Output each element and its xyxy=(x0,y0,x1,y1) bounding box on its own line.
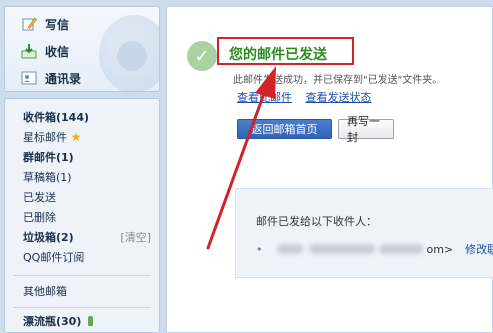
recipient-row: • om> 修改联系 xyxy=(256,241,493,257)
check-icon: ✓ xyxy=(187,41,217,71)
folder-sent[interactable]: 已发送 xyxy=(23,189,56,205)
blurred-recipient xyxy=(308,244,375,254)
recipients-panel: 邮件已发给以下收件人： • om> 修改联系 xyxy=(235,188,493,278)
folder-subscriptions[interactable]: QQ邮件订阅 xyxy=(23,249,84,265)
folder-spam[interactable]: 垃圾箱(2) xyxy=(23,229,74,245)
contacts-button[interactable]: 通讯录 xyxy=(21,67,81,89)
edit-contact-link[interactable]: 修改联系 xyxy=(465,241,493,257)
recipients-label: 邮件已发给以下收件人： xyxy=(256,215,377,228)
folder-deleted[interactable]: 已删除 xyxy=(23,209,56,225)
receive-mail-button[interactable]: 收信 xyxy=(21,40,69,62)
folder-starred[interactable]: 星标邮件 ★ xyxy=(23,129,81,145)
blurred-recipient xyxy=(378,244,423,254)
write-mail-button[interactable]: 写信 xyxy=(21,13,69,35)
contacts-card-icon xyxy=(21,70,37,86)
compose-panel: 写信 收信 通讯录 xyxy=(4,6,160,92)
penguin-watermark-icon xyxy=(99,15,159,91)
inbox-download-icon xyxy=(21,43,37,59)
result-links: 查看此邮件 查看发送状态 xyxy=(237,89,382,105)
main-content: ✓ 您的邮件已发送 此邮件发送成功，并已保存到"已发送"文件夹。 查看此邮件 查… xyxy=(166,6,493,333)
clear-spam-link[interactable]: [清空] xyxy=(120,229,151,245)
sidebar: 写信 收信 通讯录 收件箱(144) 星标邮件 ★ 群邮件(1) 草稿箱(1) … xyxy=(4,6,160,333)
folder-list: 收件箱(144) 星标邮件 ★ 群邮件(1) 草稿箱(1) 已发送 已删除 垃圾… xyxy=(4,98,160,333)
contacts-label: 通讯录 xyxy=(45,71,82,86)
view-status-link[interactable]: 查看发送状态 xyxy=(306,91,372,104)
annotation-highlight-box xyxy=(217,37,354,65)
action-buttons: 返回邮箱首页 再写一封 xyxy=(237,115,394,144)
folder-other-mailboxes[interactable]: 其他邮箱 xyxy=(23,283,67,299)
pencil-icon xyxy=(21,16,37,32)
star-icon: ★ xyxy=(70,130,82,144)
bullet: • xyxy=(256,242,263,256)
back-to-inbox-button[interactable]: 返回邮箱首页 xyxy=(237,119,332,139)
folder-inbox[interactable]: 收件箱(144) xyxy=(23,109,89,125)
folder-starred-label: 星标邮件 xyxy=(23,131,67,144)
write-another-button[interactable]: 再写一封 xyxy=(338,115,394,144)
receive-mail-label: 收信 xyxy=(45,44,70,59)
folder-divider xyxy=(13,275,151,276)
write-mail-label: 写信 xyxy=(45,17,70,32)
folder-drift-bottle-label: 漂流瓶(30) xyxy=(23,315,82,328)
view-mail-link[interactable]: 查看此邮件 xyxy=(237,91,292,104)
folder-divider xyxy=(13,307,151,308)
bottle-icon xyxy=(88,316,94,326)
folder-drift-bottle[interactable]: 漂流瓶(30) xyxy=(23,313,94,329)
blurred-recipient xyxy=(276,244,303,254)
success-description: 此邮件发送成功，并已保存到"已发送"文件夹。 xyxy=(233,75,443,86)
folder-group[interactable]: 群邮件(1) xyxy=(23,149,74,165)
folder-drafts[interactable]: 草稿箱(1) xyxy=(23,169,72,185)
recipient-suffix: om> xyxy=(426,242,454,256)
